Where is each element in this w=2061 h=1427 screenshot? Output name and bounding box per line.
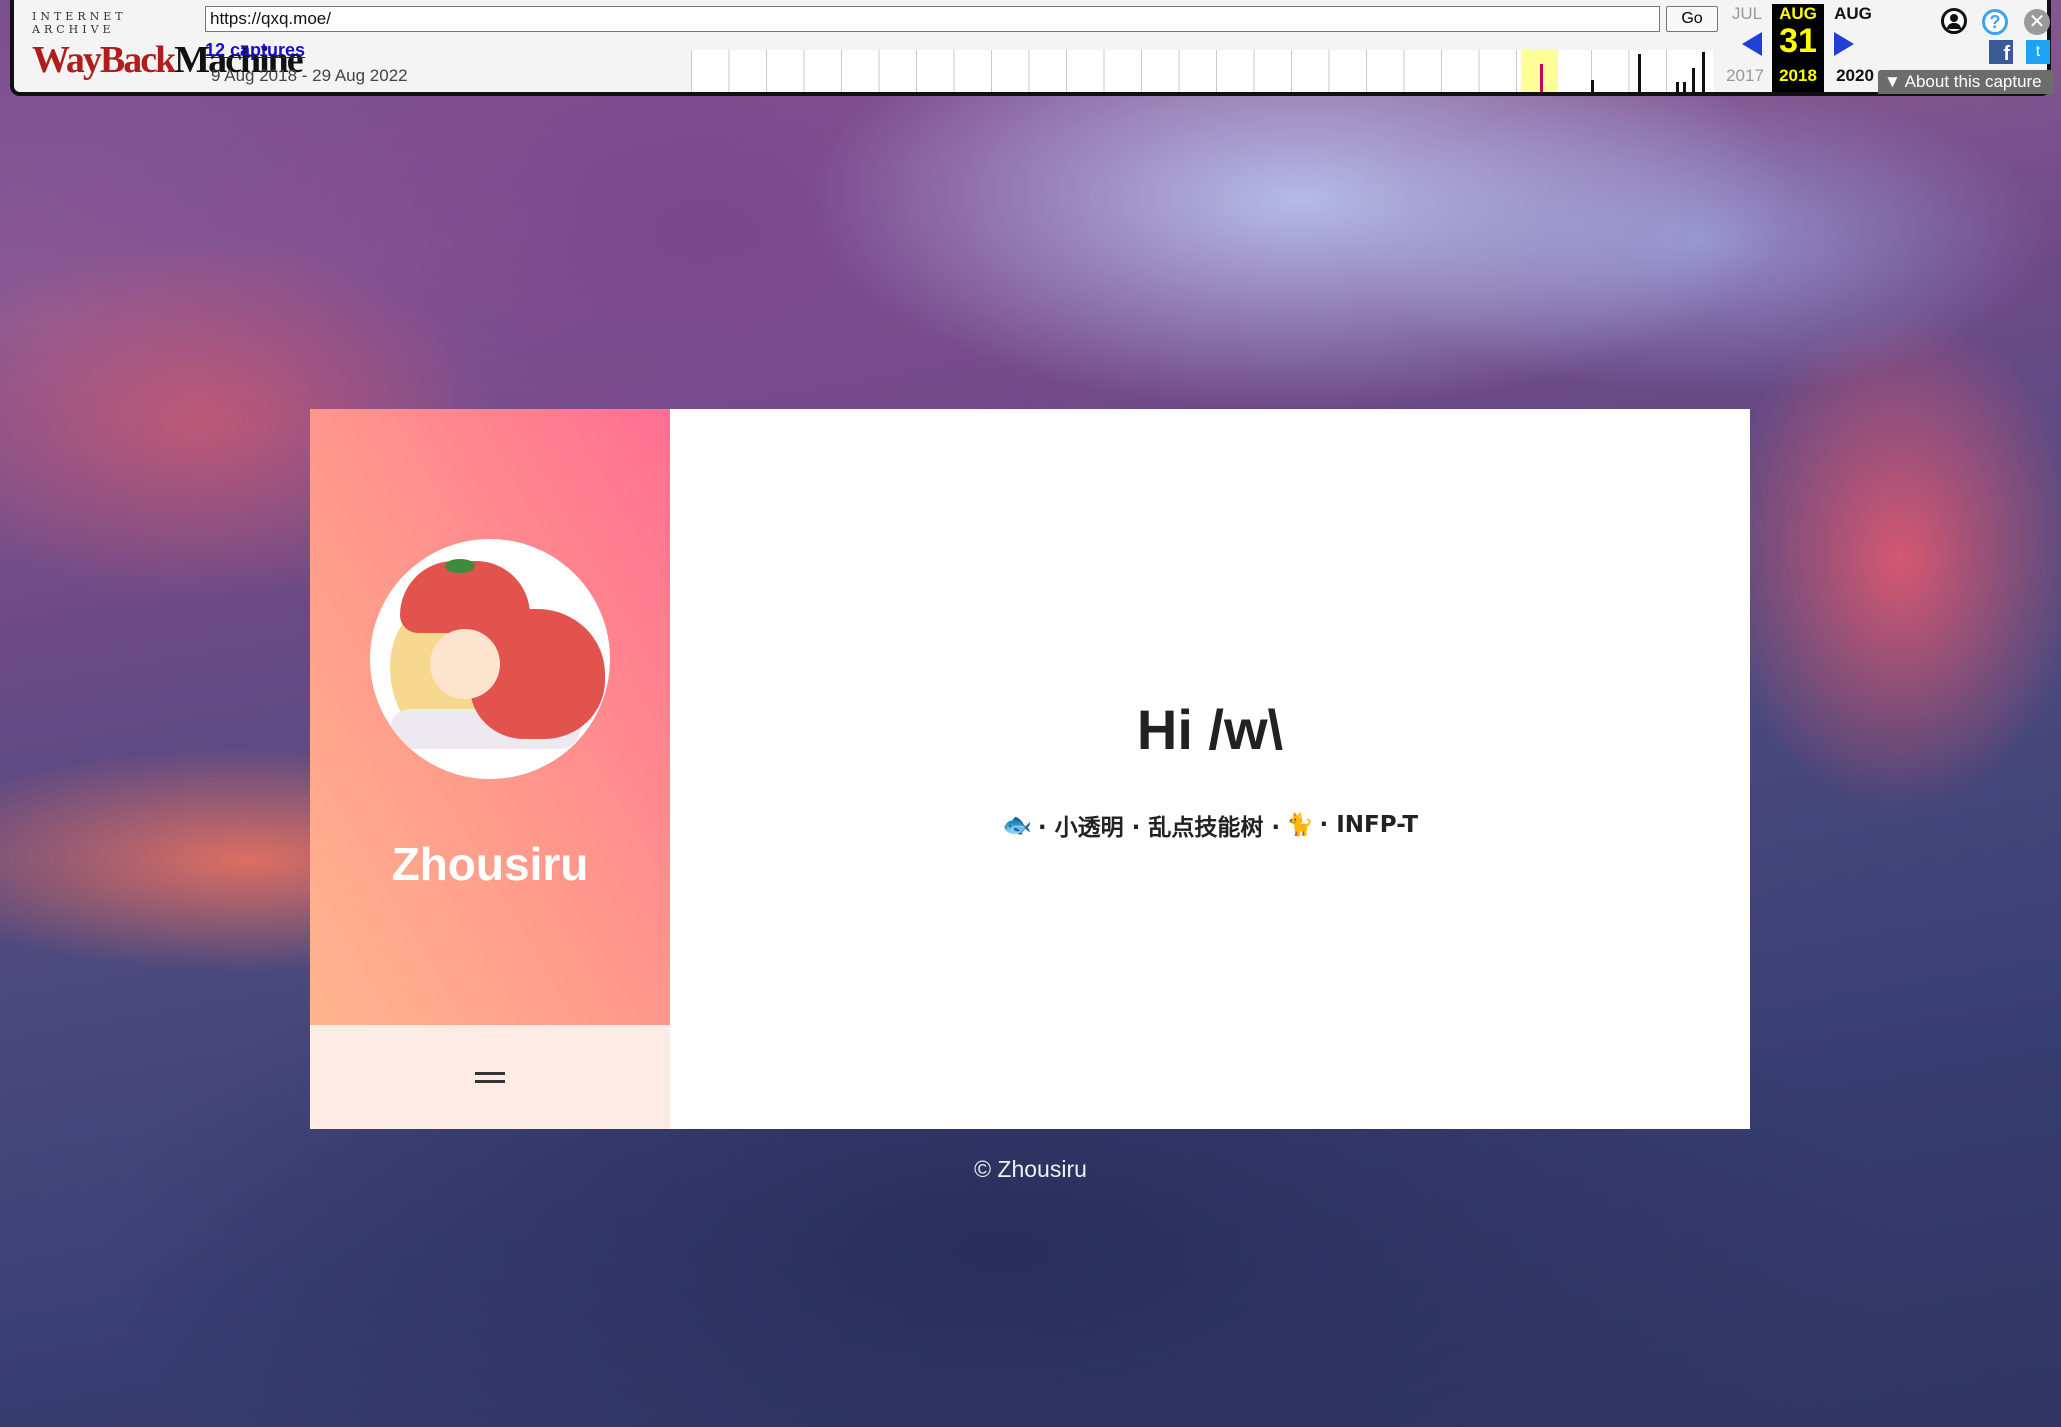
about-this-capture-button[interactable]: ▼ About this capture <box>1878 70 2054 94</box>
current-year-label: 2018 <box>1779 66 1817 85</box>
prev-capture-arrow-icon[interactable] <box>1742 32 1762 56</box>
next-capture-arrow-icon[interactable] <box>1834 32 1854 56</box>
help-icon[interactable]: ? <box>1982 9 2008 35</box>
sparkline-bar <box>1683 82 1686 92</box>
prev-year-label[interactable]: 2017 <box>1720 66 1770 86</box>
prev-month-label[interactable]: JUL <box>1722 4 1772 24</box>
logo-wayback-machine-text: WayBackMachine <box>32 38 304 82</box>
capture-sparkline[interactable] <box>691 50 1713 92</box>
footer-copyright: © Zhousiru <box>974 1156 1087 1182</box>
cat-icon: 🐈 <box>1286 812 1314 838</box>
avatar <box>370 539 610 779</box>
sidebar-header: Zhousiru <box>310 409 670 1025</box>
sparkline-bar <box>1638 54 1641 92</box>
tagline-text-2: · INFP-T <box>1319 812 1419 838</box>
menu-icon[interactable] <box>475 1070 505 1084</box>
logo-internet-archive-text: INTERNET ARCHIVE <box>32 10 127 36</box>
sparkline-bar <box>1692 68 1695 92</box>
wayback-logo[interactable]: INTERNET ARCHIVE WayBackMachine <box>32 10 304 81</box>
greeting-heading: Hi /w\ <box>1136 698 1284 761</box>
user-icon[interactable] <box>1941 8 1967 34</box>
next-month-label[interactable]: AUG <box>1828 4 1878 24</box>
url-input[interactable]: https://qxq.moe/ <box>205 6 1660 32</box>
next-year-label[interactable]: 2020 <box>1830 66 1880 86</box>
main-content: Hi /w\ 🐟 · 小透明 · 乱点技能树 · 🐈 · INFP-T <box>670 409 1750 1129</box>
site-name[interactable]: Zhousiru <box>392 837 589 891</box>
sparkline-bar <box>1702 52 1705 92</box>
tagline-text-1: · 小透明 · 乱点技能树 · <box>1037 815 1281 841</box>
capture-date-range: 9 Aug 2018 - 29 Aug 2022 <box>211 66 408 85</box>
sparkline-bar <box>1676 82 1679 92</box>
fish-icon: 🐟 <box>1001 811 1032 839</box>
sparkline-bar <box>1591 80 1594 92</box>
sparkline-current-capture-bar <box>1540 64 1543 92</box>
close-icon[interactable]: ✕ <box>2024 9 2050 35</box>
sidebar: Zhousiru <box>310 409 670 1129</box>
captures-link[interactable]: 12 captures <box>205 40 305 61</box>
avatar-leaf-shape <box>445 559 475 573</box>
logo-wayback-word: WayBack <box>32 39 176 81</box>
wayback-toolbar: INTERNET ARCHIVE WayBackMachine https://… <box>10 0 2054 96</box>
avatar-face-shape <box>430 629 500 699</box>
facebook-icon[interactable]: f <box>1989 40 2013 65</box>
go-button[interactable]: Go <box>1666 6 1718 32</box>
sidebar-menu-area <box>310 1025 670 1129</box>
tagline: 🐟 · 小透明 · 乱点技能树 · 🐈 · INFP-T <box>1002 808 1418 842</box>
twitter-icon[interactable]: t <box>2026 40 2050 64</box>
profile-card: Zhousiru Hi /w\ 🐟 · 小透明 · 乱点技能树 · 🐈 · IN… <box>310 409 1750 1129</box>
current-day-label: 31 <box>1779 22 1817 60</box>
